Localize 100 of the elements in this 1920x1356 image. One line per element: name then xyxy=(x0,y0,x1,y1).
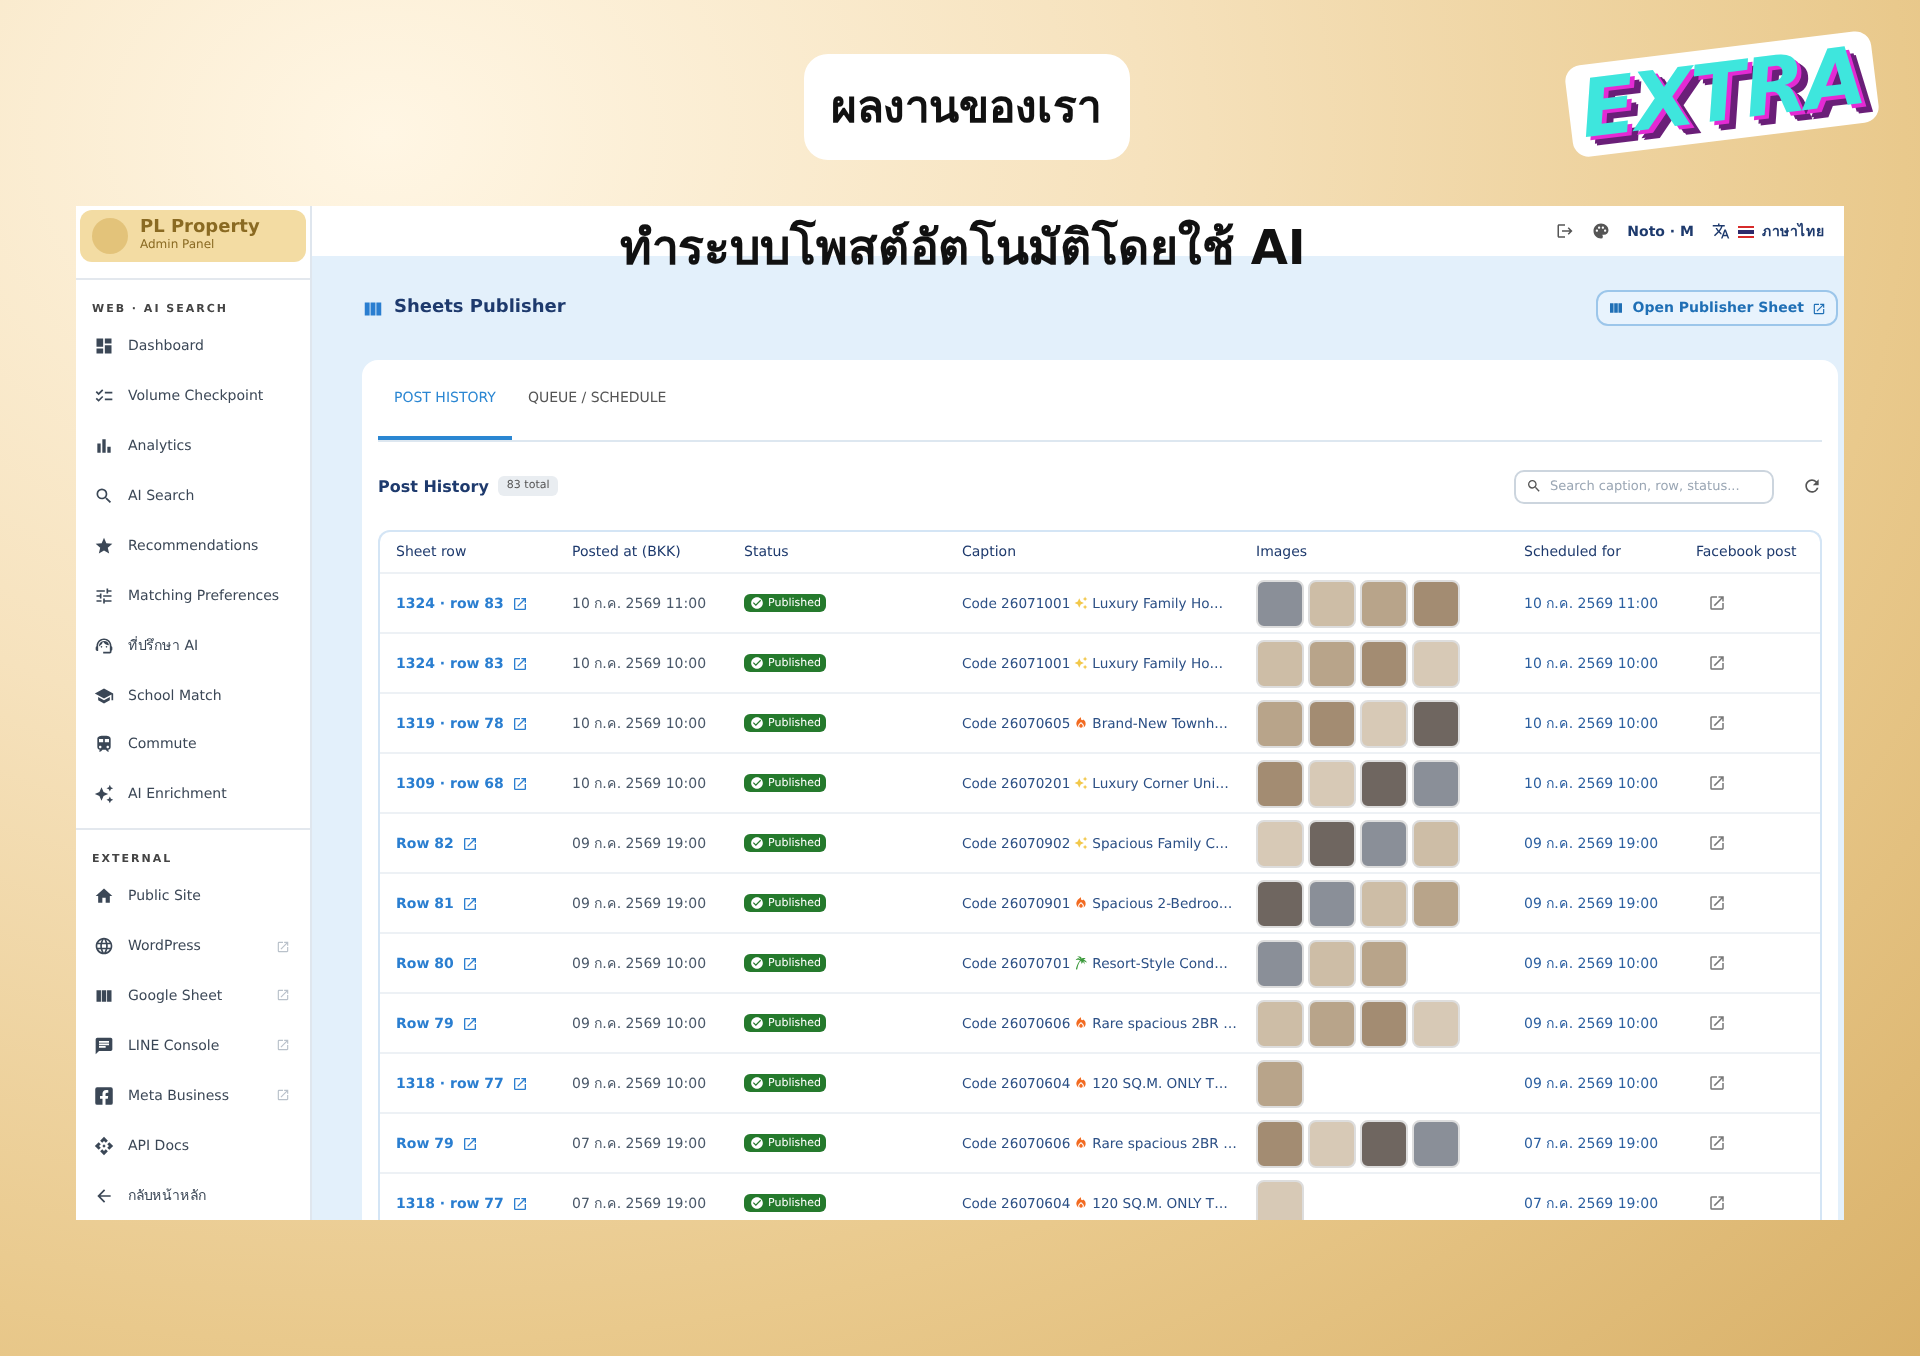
photo-placeholder xyxy=(1256,1119,1304,1167)
check-icon xyxy=(750,776,764,790)
photo-placeholder xyxy=(1256,939,1304,987)
translate-icon xyxy=(1712,222,1730,240)
nav-icon xyxy=(94,784,114,805)
check-icon xyxy=(750,1196,764,1210)
nav-icon xyxy=(94,336,114,357)
photo-placeholder xyxy=(1308,699,1356,747)
photo-placeholder xyxy=(1412,819,1460,867)
external-link-icon xyxy=(511,715,528,731)
check-icon xyxy=(750,656,764,670)
check-icon xyxy=(750,596,764,610)
check-icon xyxy=(750,836,764,850)
external-link-icon xyxy=(511,775,528,791)
nav-icon xyxy=(94,386,114,407)
external-link-icon xyxy=(461,895,478,911)
nav-icon xyxy=(94,1185,114,1206)
nav-icon xyxy=(94,485,114,506)
external-link-icon xyxy=(1708,1014,1726,1032)
photo-placeholder xyxy=(1360,1119,1408,1167)
photo-placeholder xyxy=(1256,579,1304,627)
photo-placeholder xyxy=(1256,699,1304,747)
photo-placeholder xyxy=(1360,819,1408,867)
photo-placeholder xyxy=(1360,759,1408,807)
external-link-icon xyxy=(1708,1074,1726,1092)
photo-placeholder xyxy=(1412,1119,1460,1167)
nav-icon xyxy=(94,436,114,457)
check-icon xyxy=(750,1136,764,1150)
external-link-icon xyxy=(461,1015,478,1031)
sparkle-icon xyxy=(1074,656,1089,670)
nav-icon xyxy=(94,635,114,656)
photo-placeholder xyxy=(1256,1059,1304,1107)
check-icon xyxy=(750,896,764,910)
external-link-icon xyxy=(1708,894,1726,912)
external-link-icon xyxy=(511,1195,528,1211)
photo-placeholder xyxy=(1256,639,1304,687)
flame-icon xyxy=(1074,716,1089,730)
photo-placeholder xyxy=(1308,939,1356,987)
flame-icon xyxy=(1074,896,1089,910)
sheet-icon xyxy=(1608,300,1625,316)
external-link-icon xyxy=(1708,1134,1726,1152)
external-link-icon xyxy=(1708,654,1726,672)
sheet-icon xyxy=(362,297,384,319)
palette-button[interactable] xyxy=(1591,222,1610,240)
photo-placeholder xyxy=(1412,759,1460,807)
nav-icon xyxy=(94,1035,114,1056)
external-link-icon xyxy=(511,595,528,611)
photo-placeholder xyxy=(1360,879,1408,927)
refresh-icon xyxy=(1802,476,1822,496)
nav-icon xyxy=(94,535,114,556)
sparkle-icon xyxy=(1074,596,1089,610)
headline-badge: ผลงานของเรา xyxy=(803,54,1129,160)
external-link-icon xyxy=(511,655,528,671)
photo-placeholder xyxy=(1256,1179,1304,1220)
photo-placeholder xyxy=(1256,759,1304,807)
nav-icon xyxy=(94,936,114,957)
check-icon xyxy=(750,956,764,970)
external-link-icon xyxy=(461,1135,478,1151)
external-link-icon xyxy=(461,955,478,971)
logout-button[interactable] xyxy=(1555,222,1574,240)
nav-icon xyxy=(94,585,114,606)
palette-icon xyxy=(1591,222,1610,240)
brand-logo-icon xyxy=(92,217,128,254)
flag-icon xyxy=(1738,225,1754,237)
external-link-icon xyxy=(1708,714,1726,732)
photo-placeholder xyxy=(1360,639,1408,687)
flame-icon xyxy=(1074,1196,1089,1210)
photo-placeholder xyxy=(1308,579,1356,627)
flame-icon xyxy=(1074,1136,1089,1150)
nav-icon xyxy=(94,685,114,706)
sparkle-icon xyxy=(1074,776,1089,790)
photo-placeholder xyxy=(1360,579,1408,627)
photo-placeholder xyxy=(1412,579,1460,627)
photo-placeholder xyxy=(1256,999,1304,1047)
photo-placeholder xyxy=(1308,879,1356,927)
check-icon xyxy=(750,1076,764,1090)
external-link-icon xyxy=(1708,834,1726,852)
check-icon xyxy=(750,716,764,730)
external-link-icon xyxy=(1708,1194,1726,1212)
nav-icon xyxy=(94,734,114,755)
photo-placeholder xyxy=(1308,639,1356,687)
check-icon xyxy=(750,1016,764,1030)
external-link-icon xyxy=(1812,301,1826,315)
photo-placeholder xyxy=(1412,639,1460,687)
headline: ทำระบบโพสต์อัตโนมัติโดยใช้ AI xyxy=(620,217,1306,280)
flame-icon xyxy=(1074,1016,1089,1030)
brand-name: PL Property xyxy=(140,218,260,239)
external-link-icon xyxy=(1708,954,1726,972)
logout-icon xyxy=(1555,222,1574,240)
nav-icon xyxy=(94,1085,114,1106)
photo-placeholder xyxy=(1360,699,1408,747)
flame-icon xyxy=(1074,1076,1089,1090)
search-icon xyxy=(1526,477,1542,493)
external-link-icon xyxy=(461,835,478,851)
logo: EXTRA xyxy=(1563,29,1881,159)
page-title: Sheets Publisher xyxy=(394,298,566,318)
refresh-button[interactable] xyxy=(1802,476,1822,496)
nav-icon xyxy=(94,985,114,1006)
section-title: Post History xyxy=(378,477,489,495)
external-link-icon xyxy=(1708,774,1726,792)
